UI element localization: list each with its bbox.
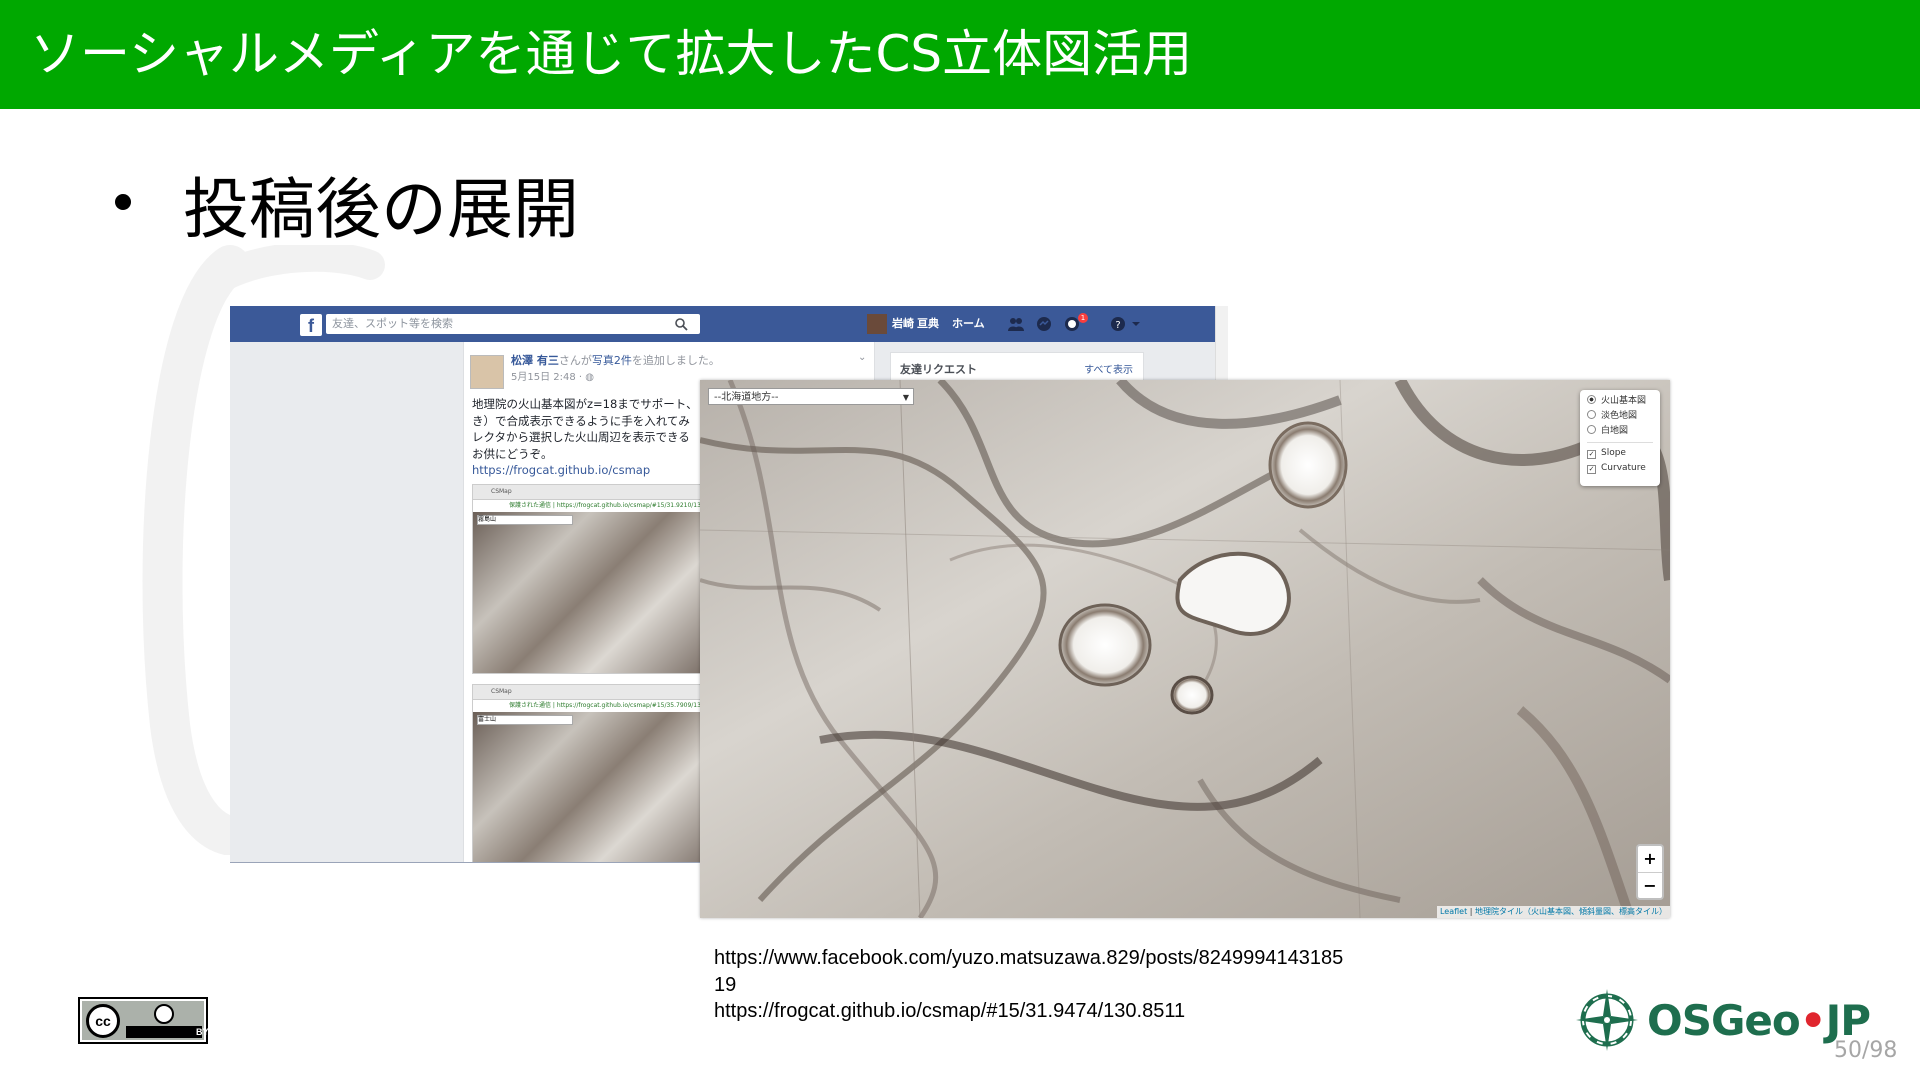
post-options-chevron-icon[interactable]: ⌄ xyxy=(858,352,866,363)
post-line: お供にどうぞ。 xyxy=(472,446,553,461)
select-arrow-icon: ▼ xyxy=(902,393,909,402)
attribution-person-icon xyxy=(154,1004,174,1024)
base-layer-option[interactable]: 淡色地図 xyxy=(1587,409,1637,423)
chevron-down-icon[interactable] xyxy=(1128,316,1144,332)
base-layer-label: 淡色地図 xyxy=(1601,411,1638,421)
thumb-select: 霧島山 xyxy=(477,515,573,525)
layer-separator xyxy=(1587,442,1653,443)
region-select[interactable]: --北海道地方-- ▼ xyxy=(708,388,914,405)
post-author-link[interactable]: 松澤 有三 xyxy=(511,354,559,367)
source-urls: https://www.facebook.com/yuzo.matsuzawa.… xyxy=(714,945,1343,1025)
base-layer-label: 白地図 xyxy=(1601,426,1629,436)
radio-icon[interactable] xyxy=(1587,410,1596,419)
thumb-map-image xyxy=(473,512,705,673)
facebook-left-column xyxy=(230,342,460,862)
facebook-search-input[interactable]: 友達、スポット等を検索 xyxy=(326,314,700,334)
osgeo-jp-logo: OSGeo•JP xyxy=(1572,985,1871,1055)
radio-icon[interactable] xyxy=(1587,425,1596,434)
checkbox-checked-icon[interactable]: ✓ xyxy=(1587,465,1596,474)
zoom-control: + − xyxy=(1636,844,1664,900)
overlay-label: Curvature xyxy=(1601,463,1646,473)
user-avatar[interactable] xyxy=(867,314,887,334)
messenger-icon[interactable] xyxy=(1036,316,1052,332)
user-name-link[interactable]: 岩崎 亘典 xyxy=(892,315,939,333)
cc-by-license-badge: cc BY xyxy=(78,997,209,1044)
csmap-screenshot[interactable]: --北海道地方-- ▼ 火山基本図 淡色地図 白地図 ✓ Slope ✓ Curva… xyxy=(700,380,1670,918)
checkbox-checked-icon[interactable]: ✓ xyxy=(1587,450,1596,459)
post-link[interactable]: https://frogcat.github.io/csmap xyxy=(472,462,702,479)
compass-logo-icon xyxy=(1576,989,1638,1051)
layer-control: 火山基本図 淡色地図 白地図 ✓ Slope ✓ Curvature xyxy=(1580,390,1660,486)
facebook-post-url-cont: 19 xyxy=(714,973,737,996)
post-photos-link[interactable]: 写真2件 xyxy=(592,354,632,367)
see-all-link[interactable]: すべて表示 xyxy=(1084,361,1133,376)
notification-badge: 1 xyxy=(1078,313,1088,323)
base-layer-option[interactable]: 白地図 xyxy=(1587,424,1628,438)
friend-requests-label: 友達リクエスト xyxy=(900,363,977,376)
post-line: 地理院の火山基本図がz=18までサポート、 xyxy=(472,397,698,411)
home-link[interactable]: ホーム xyxy=(952,315,985,333)
leaflet-link[interactable]: Leaflet xyxy=(1440,907,1467,916)
post-photo-2[interactable]: CSMap 保護された通信 | https://frogcat.github.i… xyxy=(472,684,706,862)
facebook-post-url: https://www.facebook.com/yuzo.matsuzawa.… xyxy=(714,947,1344,969)
thumb-tab: CSMap xyxy=(473,685,705,700)
page-number: 50/98 xyxy=(1834,1038,1898,1063)
cc-by-bar: BY xyxy=(126,1026,209,1038)
csmap-url: https://frogcat.github.io/csmap/#15/31.9… xyxy=(714,1000,1186,1022)
help-icon[interactable]: ? xyxy=(1110,316,1126,332)
slide-title: ソーシャルメディアを通じて拡大したCS立体図活用 xyxy=(30,25,1193,83)
base-layer-option[interactable]: 火山基本図 xyxy=(1587,394,1646,408)
bullet-dot xyxy=(115,194,131,210)
zoom-in-button[interactable]: + xyxy=(1638,846,1662,873)
cc-by-label: BY xyxy=(196,1027,209,1037)
zoom-out-button[interactable]: − xyxy=(1638,873,1662,899)
post-action-pre: さんが xyxy=(558,354,592,367)
overlay-label: Slope xyxy=(1601,448,1626,458)
cs-relief-map-image[interactable] xyxy=(700,380,1670,918)
thumb-tab: CSMap xyxy=(473,485,705,500)
post-line: き）で合成表示できるように手を入れてみ xyxy=(472,413,690,428)
osgeo-text: OSGeo xyxy=(1647,996,1801,1045)
attribution-separator: | xyxy=(1467,907,1475,916)
facebook-logo-icon: f xyxy=(300,314,322,336)
bullet-text: 投稿後の展開 xyxy=(183,171,579,248)
post-date: 5月15日 2:48 · ◍ xyxy=(511,371,594,385)
cc-badge-background: cc BY xyxy=(82,1001,209,1040)
post-photo-1[interactable]: CSMap 保護された通信 | https://frogcat.github.i… xyxy=(472,484,706,674)
friends-icon[interactable] xyxy=(1008,316,1024,332)
radio-selected-icon[interactable] xyxy=(1587,395,1596,404)
slide-header: ソーシャルメディアを通じて拡大したCS立体図活用 xyxy=(0,0,1920,109)
osgeo-separator-dot: • xyxy=(1799,996,1827,1045)
post-header: 松澤 有三さんが写真2件を追加しました。 xyxy=(511,353,720,369)
post-action-post: を追加しました。 xyxy=(631,354,720,367)
overlay-option[interactable]: ✓ Curvature xyxy=(1587,461,1646,475)
thumb-map-image xyxy=(473,712,705,862)
thumb-select: 富士山 xyxy=(477,715,573,725)
facebook-search-placeholder: 友達、スポット等を検索 xyxy=(332,317,453,330)
region-select-value: --北海道地方-- xyxy=(714,392,779,403)
svg-text:?: ? xyxy=(1115,320,1120,331)
post-body: 地理院の火山基本図がz=18までサポート、 き）で合成表示できるように手を入れて… xyxy=(472,396,702,479)
gsi-attribution-link[interactable]: 地理院タイル（火山基本図、傾斜量図、標高タイル） xyxy=(1475,907,1667,916)
public-globe-icon: ◍ xyxy=(585,372,594,383)
overlay-option[interactable]: ✓ Slope xyxy=(1587,446,1626,460)
cc-logo-icon: cc xyxy=(86,1004,120,1038)
base-layer-label: 火山基本図 xyxy=(1601,396,1647,406)
map-attribution: Leaflet | 地理院タイル（火山基本図、傾斜量図、標高タイル） xyxy=(1436,906,1670,918)
post-date-text: 5月15日 2:48 · xyxy=(511,372,586,383)
facebook-top-bar: f 友達、スポット等を検索 岩崎 亘典 ホーム 1 ? xyxy=(230,306,1228,342)
search-icon[interactable] xyxy=(674,317,688,331)
post-line: レクタから選択した火山周辺を表示できる xyxy=(472,430,690,444)
post-author-avatar[interactable] xyxy=(470,355,504,389)
